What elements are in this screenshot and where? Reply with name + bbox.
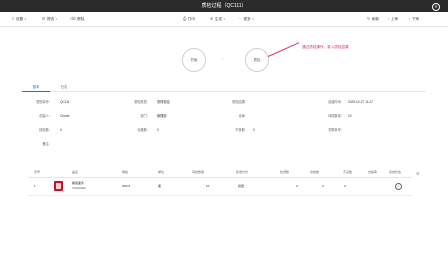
tab-basic[interactable]: 基本	[22, 83, 50, 92]
toolbar: ≡ 设置 ▾ ⊟ 筛选 ▾ ⌫ 删除 ⎙ 打印 ⊕ 生成 ▾ ⋯ 更多 ▾ ↻ …	[0, 12, 448, 27]
field-label: 检验数：	[39, 128, 52, 132]
field-label: 待检数量：	[328, 114, 344, 118]
department-value: 管理部	[157, 114, 167, 118]
field-label: 创建时间：	[328, 100, 344, 104]
trash-icon: ⌫	[70, 16, 76, 21]
pending-qty-value: 10	[348, 114, 352, 118]
unit-cell: 瓶	[158, 184, 162, 188]
annotation-text: 通过质检操作，录入质检结果	[302, 45, 349, 49]
generate-button[interactable]: ⊕ 生成 ▾	[210, 12, 225, 26]
more-button[interactable]: ⋯ 更多 ▾	[238, 12, 254, 26]
field-label: 关联单号：	[328, 128, 344, 132]
print-button[interactable]: ⎙ 打印	[183, 12, 195, 26]
field-label: 仓库：	[238, 114, 248, 118]
product-name: 螺旋面条	[72, 181, 85, 185]
check-circle-icon[interactable]: ✓	[395, 183, 402, 190]
prev-button[interactable]: ‹ 上审	[388, 12, 398, 26]
column-header: 待检数量	[192, 170, 205, 174]
column-header: 规格	[122, 170, 129, 174]
method-cell: 批量	[238, 184, 245, 188]
field-label: 备注：	[42, 142, 52, 146]
prev-icon: ‹	[388, 16, 390, 21]
annotation-arrow	[267, 42, 300, 57]
prev-label: 上审	[390, 17, 399, 21]
close-icon[interactable]: ✕	[432, 3, 440, 11]
column-header: 品名	[72, 170, 79, 174]
column-header: 合格率	[368, 170, 378, 174]
bad-cell: 0	[344, 184, 346, 188]
tested-cell: 0	[296, 184, 298, 188]
form-row: 质检单号： QC111 质检类型： 常规检验 质检结果： 创建时间： 2025-…	[22, 95, 426, 109]
chevron-down-icon: ▾	[55, 17, 58, 21]
refresh-label: 刷新	[371, 17, 380, 21]
window-title: 质检过程（QC111）	[201, 3, 247, 9]
field-label: 不良数：	[235, 128, 248, 132]
table-row[interactable]: 1 螺旋面条 C0100002 300ml 瓶 10 批量 0 0 0 ✓	[28, 177, 412, 196]
form-row: 检验数： 0 合格数： 0 不良数： 0 关联单号：	[22, 123, 426, 137]
qc-number-value: QC111	[60, 100, 70, 104]
next-label: 下审	[411, 17, 420, 21]
field-label: 质检类型：	[134, 100, 150, 104]
creator-value: Chmet	[60, 114, 70, 118]
process-steps: 开始 › 质检 通过质检操作，录入质检结果	[0, 26, 448, 84]
column-header: 不良数	[343, 170, 353, 174]
next-button[interactable]: › 下审	[409, 12, 419, 26]
form-row: 创建人： Chmet 部门： 管理部 仓库： 待检数量： 10	[22, 109, 426, 123]
gear-icon[interactable]: ⚙	[416, 171, 420, 176]
column-header: 检测数	[280, 170, 290, 174]
field-label: 创建人：	[39, 114, 52, 118]
pending-qty-cell: 10	[206, 184, 210, 188]
column-header: 检测方式	[236, 170, 249, 174]
tab-log[interactable]: 日志	[50, 83, 78, 91]
print-icon: ⎙	[183, 16, 187, 21]
more-label: 更多	[243, 17, 251, 21]
settings-label: 设置	[15, 17, 24, 21]
delete-button[interactable]: ⌫ 删除	[70, 12, 84, 26]
qc-type-value: 常规检验	[157, 100, 170, 104]
spec-cell: 300ml	[122, 184, 131, 188]
defect-count-value: 0	[253, 128, 255, 132]
passed-count-value: 0	[157, 128, 159, 132]
created-time-value: 2025-02-27 11:27	[348, 100, 373, 104]
settings-button[interactable]: ≡ 设置 ▾	[12, 12, 26, 26]
arrow-right-icon: ›	[222, 56, 224, 61]
column-header: 单位	[158, 170, 165, 174]
next-icon: ›	[409, 16, 411, 21]
step-start[interactable]: 开始	[182, 48, 206, 72]
chevron-down-icon: ▾	[252, 17, 254, 21]
more-icon: ⋯	[238, 16, 242, 21]
generate-icon: ⊕	[210, 16, 214, 21]
product-code: C0100002	[72, 186, 86, 190]
filter-label: 筛选	[46, 17, 55, 21]
field-label: 合格数：	[137, 128, 150, 132]
chevron-down-icon: ▾	[24, 17, 27, 21]
step-qc[interactable]: 质检	[245, 48, 269, 72]
delete-label: 删除	[77, 17, 85, 21]
passed-cell: 0	[322, 184, 324, 188]
print-label: 打印	[187, 17, 195, 21]
field-label: 质检结果：	[232, 100, 248, 104]
column-header: 序号	[34, 170, 41, 174]
form-row: 备注：	[22, 137, 426, 151]
chevron-down-icon: ▾	[223, 17, 226, 21]
field-label: 部门：	[140, 114, 150, 118]
refresh-button[interactable]: ↻ 刷新	[367, 12, 379, 26]
row-index: 1	[34, 184, 36, 188]
inspected-count-value: 0	[60, 128, 62, 132]
list-icon: ≡	[12, 16, 15, 21]
refresh-icon: ↻	[367, 16, 371, 21]
product-thumbnail	[54, 181, 63, 191]
column-header: 合格数	[310, 170, 320, 174]
field-label: 质检单号：	[36, 100, 52, 104]
filter-icon: ⊟	[42, 16, 46, 21]
title-bar: 质检过程（QC111） ✕	[0, 0, 448, 12]
tab-bar: 基本 日志	[22, 83, 426, 92]
column-header: 完成状态	[389, 170, 402, 174]
generate-label: 生成	[214, 17, 223, 21]
filter-button[interactable]: ⊟ 筛选 ▾	[42, 12, 57, 26]
